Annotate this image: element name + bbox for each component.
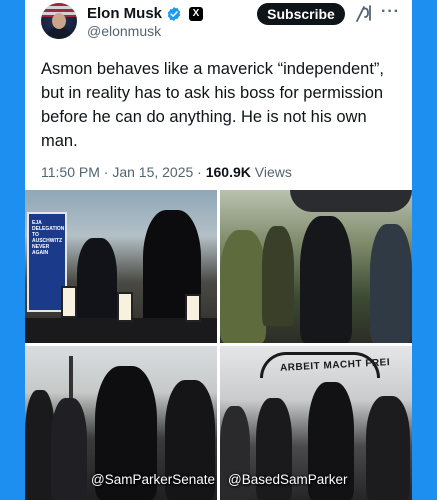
grok-icon[interactable] — [355, 3, 373, 23]
person-figure — [262, 226, 294, 326]
candle-lantern — [117, 292, 133, 322]
author-handle[interactable]: @elonmusk — [87, 23, 161, 39]
tweet-timestamp[interactable]: 11:50 PM · Jan 15, 2025 · — [41, 164, 206, 180]
person-figure — [370, 224, 412, 343]
author-avatar[interactable] — [41, 3, 77, 39]
views-label: Views — [250, 164, 292, 180]
tweet-meta: 11:50 PM · Jan 15, 2025 · 160.9K Views — [41, 164, 292, 180]
person-figure — [220, 230, 266, 343]
person-figure — [300, 216, 352, 343]
media-photo-3[interactable]: @SamParkerSenate — [25, 346, 217, 500]
person-figure — [366, 396, 410, 500]
media-photo-4[interactable]: ARBEIT MACHT FREI @BasedSamParker — [220, 346, 412, 500]
sign-text: EJA DELEGATION TO AUSCHWITZ NEVER AGAIN — [32, 220, 65, 256]
tweet-card: Elon Musk X @elonmusk Subscribe ··· Asmo… — [25, 0, 412, 500]
media-grid: EJA DELEGATION TO AUSCHWITZ NEVER AGAIN … — [25, 190, 412, 500]
avatar-head — [52, 13, 66, 29]
watermark-left: @SamParkerSenate — [91, 472, 216, 487]
person-figure — [51, 398, 87, 500]
author-name[interactable]: Elon Musk — [87, 5, 162, 22]
person-figure — [77, 238, 117, 328]
candle-lantern — [185, 294, 201, 322]
more-options-icon[interactable]: ··· — [381, 3, 400, 21]
umbrella — [290, 190, 412, 212]
candle-lantern — [61, 286, 77, 318]
watermark-right: @BasedSamParker — [228, 472, 348, 487]
media-photo-1[interactable]: EJA DELEGATION TO AUSCHWITZ NEVER AGAIN — [25, 190, 217, 343]
x-affiliate-badge-icon[interactable]: X — [189, 6, 204, 21]
view-count: 160.9K — [205, 164, 251, 180]
subscribe-button[interactable]: Subscribe — [257, 3, 345, 25]
tweet-text: Asmon behaves like a maverick “independe… — [41, 60, 385, 150]
media-photo-2[interactable] — [220, 190, 412, 343]
verified-badge-icon[interactable] — [166, 6, 182, 22]
author-name-row: Elon Musk X — [87, 5, 204, 22]
